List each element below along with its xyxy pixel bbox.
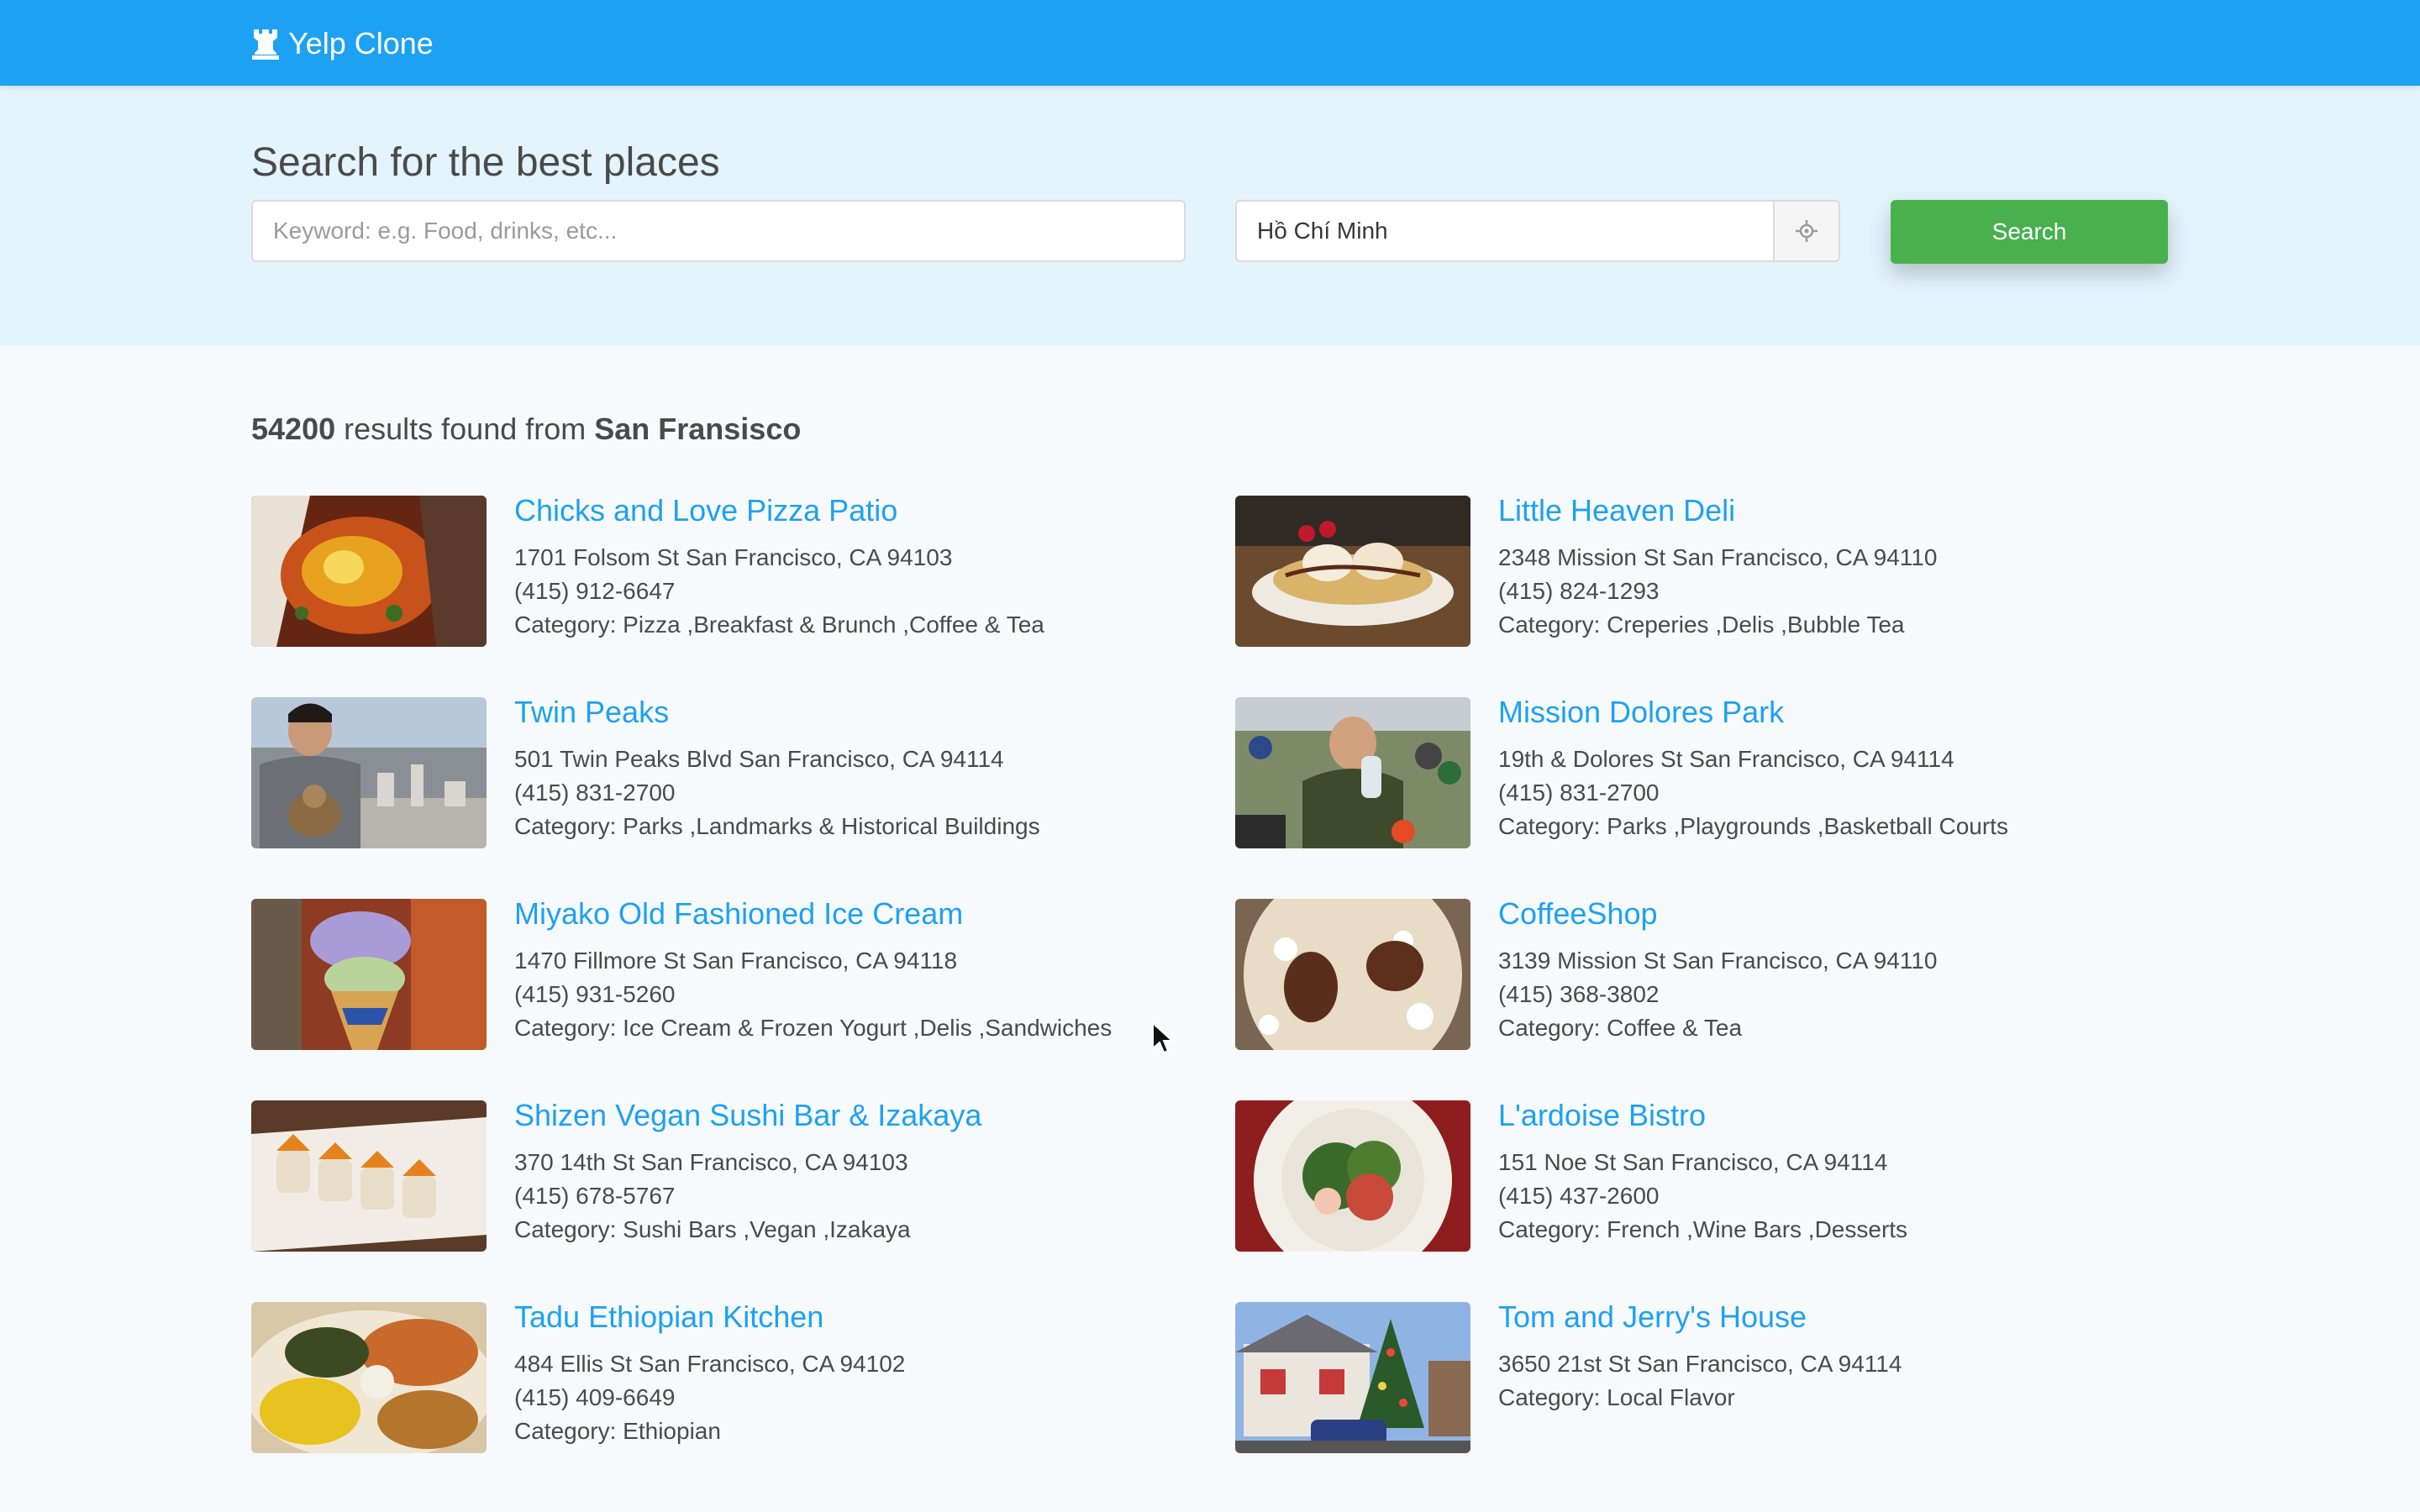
result-phone: (415) 831-2700 — [1498, 780, 1660, 806]
result-photo[interactable] — [1235, 697, 1470, 848]
result-address: 484 Ellis St San Francisco, CA 94102 — [514, 1351, 906, 1377]
result-phone: (415) 409-6649 — [514, 1384, 676, 1410]
result-title[interactable]: L'ardoise Bistro — [1498, 1097, 2204, 1134]
result-info: Miyako Old Fashioned Ice Cream 1470 Fill… — [514, 896, 1220, 1045]
result-title[interactable]: CoffeeShop — [1498, 895, 2204, 932]
result-address: 19th & Dolores St San Francisco, CA 9411… — [1498, 746, 1954, 772]
result-category: Category: Ethiopian — [514, 1418, 721, 1444]
result-card: Little Heaven Deli 2348 Mission St San F… — [1235, 493, 2210, 647]
result-address: 3139 Mission St San Francisco, CA 94110 — [1498, 948, 1938, 974]
result-photo[interactable] — [251, 496, 487, 647]
results-summary: 54200 results found from San Fransisco — [251, 410, 801, 449]
brand-name: Yelp Clone — [288, 26, 434, 60]
result-card: CoffeeShop 3139 Mission St San Francisco… — [1235, 896, 2210, 1050]
result-phone: (415) 437-2600 — [1498, 1183, 1660, 1209]
result-info: Shizen Vegan Sushi Bar & Izakaya 370 14t… — [514, 1097, 1220, 1247]
result-photo[interactable] — [1235, 496, 1470, 647]
result-category: Category: Parks ,Playgrounds ,Basketball… — [1498, 813, 2008, 839]
result-title[interactable]: Tom and Jerry's House — [1498, 1299, 2204, 1336]
result-phone: (415) 678-5767 — [514, 1183, 676, 1209]
result-photo[interactable] — [251, 899, 487, 1050]
result-category: Category: Creperies ,Delis ,Bubble Tea — [1498, 612, 1905, 638]
keyword-input[interactable] — [251, 200, 1186, 262]
result-card: Miyako Old Fashioned Ice Cream 1470 Fill… — [251, 896, 1226, 1050]
result-address: 1470 Fillmore St San Francisco, CA 94118 — [514, 948, 958, 974]
results-count: 54200 — [251, 412, 336, 446]
location-input[interactable] — [1235, 200, 1775, 262]
crosshair-icon — [1794, 218, 1819, 244]
results-summary-text: results found from — [335, 412, 595, 446]
result-photo[interactable] — [251, 1100, 487, 1252]
result-card: Twin Peaks 501 Twin Peaks Blvd San Franc… — [251, 694, 1226, 848]
result-title[interactable]: Tadu Ethiopian Kitchen — [514, 1299, 1220, 1336]
result-card: Mission Dolores Park 19th & Dolores St S… — [1235, 694, 2210, 848]
result-title[interactable]: Twin Peaks — [514, 694, 1220, 731]
result-title[interactable]: Chicks and Love Pizza Patio — [514, 492, 1220, 529]
result-phone: (415) 824-1293 — [1498, 578, 1660, 604]
result-info: Tom and Jerry's House 3650 21st St San F… — [1498, 1299, 2204, 1415]
result-info: L'ardoise Bistro 151 Noe St San Francisc… — [1498, 1097, 2204, 1247]
result-address: 151 Noe St San Francisco, CA 94114 — [1498, 1149, 1888, 1175]
result-phone: (415) 368-3802 — [1498, 981, 1660, 1007]
result-address: 3650 21st St San Francisco, CA 94114 — [1498, 1351, 1902, 1377]
result-title[interactable]: Mission Dolores Park — [1498, 694, 2204, 731]
results-city: San Fransisco — [594, 412, 802, 446]
result-category: Category: Local Flavor — [1498, 1384, 1735, 1410]
result-title[interactable]: Shizen Vegan Sushi Bar & Izakaya — [514, 1097, 1220, 1134]
search-hero: Search for the best places Search — [0, 86, 2420, 346]
search-button[interactable]: Search — [1891, 200, 2168, 264]
result-card: Tadu Ethiopian Kitchen 484 Ellis St San … — [251, 1299, 1226, 1453]
result-info: Twin Peaks 501 Twin Peaks Blvd San Franc… — [514, 694, 1220, 843]
result-category: Category: Coffee & Tea — [1498, 1015, 1743, 1041]
result-address: 370 14th St San Francisco, CA 94103 — [514, 1149, 908, 1175]
result-phone: (415) 931-5260 — [514, 981, 676, 1007]
result-card: Tom and Jerry's House 3650 21st St San F… — [1235, 1299, 2210, 1453]
result-card: L'ardoise Bistro 151 Noe St San Francisc… — [1235, 1097, 2210, 1252]
result-category: Category: French ,Wine Bars ,Desserts — [1498, 1216, 1908, 1242]
result-photo[interactable] — [251, 697, 487, 848]
chess-rook-icon — [251, 28, 280, 60]
result-category: Category: Sushi Bars ,Vegan ,Izakaya — [514, 1216, 911, 1242]
result-address: 501 Twin Peaks Blvd San Francisco, CA 94… — [514, 746, 1004, 772]
mouse-cursor-icon — [1151, 1021, 1173, 1055]
result-info: Little Heaven Deli 2348 Mission St San F… — [1498, 493, 2204, 642]
result-info: CoffeeShop 3139 Mission St San Francisco… — [1498, 896, 2204, 1045]
result-info: Chicks and Love Pizza Patio 1701 Folsom … — [514, 493, 1220, 642]
result-address: 2348 Mission St San Francisco, CA 94110 — [1498, 544, 1938, 570]
result-info: Mission Dolores Park 19th & Dolores St S… — [1498, 694, 2204, 843]
result-phone: (415) 831-2700 — [514, 780, 676, 806]
brand-link[interactable]: Yelp Clone — [251, 25, 434, 62]
result-card: Shizen Vegan Sushi Bar & Izakaya 370 14t… — [251, 1097, 1226, 1252]
result-category: Category: Parks ,Landmarks & Historical … — [514, 813, 1040, 839]
result-category: Category: Pizza ,Breakfast & Brunch ,Cof… — [514, 612, 1044, 638]
result-photo[interactable] — [1235, 1100, 1470, 1252]
result-category: Category: Ice Cream & Frozen Yogurt ,Del… — [514, 1015, 1113, 1041]
result-photo[interactable] — [1235, 899, 1470, 1050]
result-phone: (415) 912-6647 — [514, 578, 676, 604]
hero-heading: Search for the best places — [251, 140, 720, 185]
result-photo[interactable] — [1235, 1302, 1470, 1453]
result-title[interactable]: Miyako Old Fashioned Ice Cream — [514, 895, 1220, 932]
result-card: Chicks and Love Pizza Patio 1701 Folsom … — [251, 493, 1226, 647]
locate-me-button[interactable] — [1773, 200, 1840, 262]
navbar: Yelp Clone — [0, 0, 2420, 86]
result-address: 1701 Folsom St San Francisco, CA 94103 — [514, 544, 953, 570]
result-title[interactable]: Little Heaven Deli — [1498, 492, 2204, 529]
result-info: Tadu Ethiopian Kitchen 484 Ellis St San … — [514, 1299, 1220, 1448]
result-photo[interactable] — [251, 1302, 487, 1453]
